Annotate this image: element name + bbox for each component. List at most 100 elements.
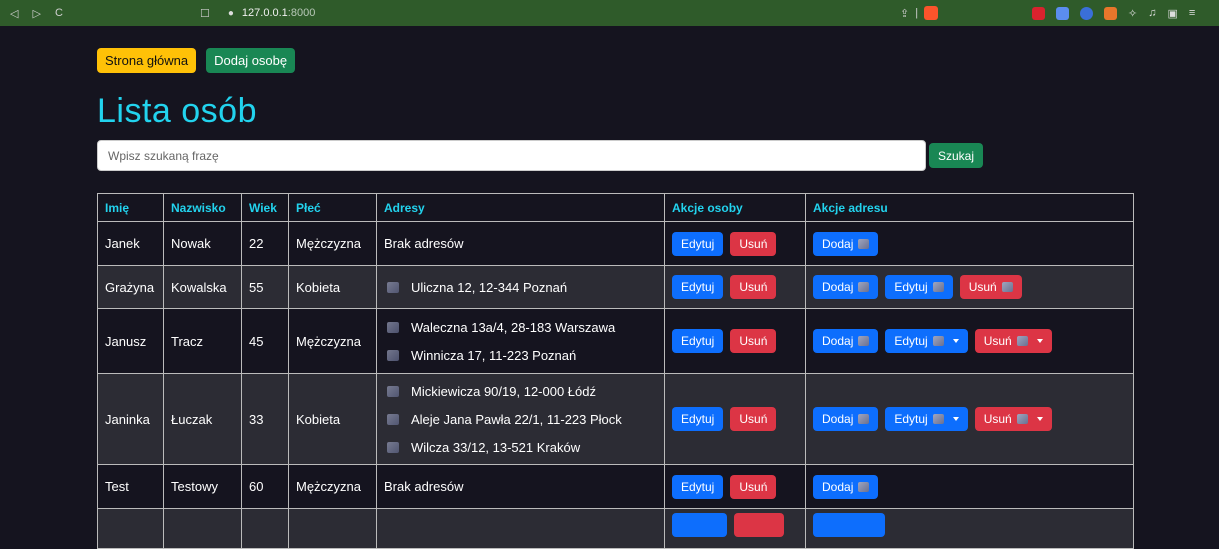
brave-shield-icon[interactable] bbox=[924, 6, 939, 20]
chevron-down-icon bbox=[952, 339, 959, 343]
ublock-extension-icon[interactable] bbox=[1032, 6, 1045, 20]
delete-address-button-label: Usuń bbox=[983, 334, 1012, 348]
house-icon bbox=[858, 481, 870, 492]
add-person-button[interactable]: Dodaj osobę bbox=[206, 48, 296, 73]
back-icon[interactable]: ◁ bbox=[10, 7, 18, 20]
add-address-button[interactable]: Dodaj bbox=[813, 275, 879, 299]
delete-address-button-label: Usuń bbox=[983, 412, 1012, 426]
edit-person-button[interactable]: Edytuj bbox=[672, 329, 724, 353]
delete-person-button[interactable]: Usuń bbox=[730, 275, 777, 299]
addresses-cell: Brak adresów bbox=[376, 221, 665, 266]
add-address-button[interactable]: Dodaj bbox=[813, 231, 879, 256]
edit-person-button[interactable] bbox=[672, 513, 727, 537]
first-name-cell: Grażyna bbox=[97, 265, 164, 309]
addresses-cell: Waleczna 13a/4, 28-183 Warszawa Winnicza … bbox=[376, 308, 665, 374]
address-item: Mickiewicza 90/19, 12-000 Łódź bbox=[387, 384, 657, 399]
address-text: Aleje Jana Pawła 22/1, 11-223 Płock bbox=[411, 411, 622, 427]
extension-icon[interactable] bbox=[1056, 6, 1069, 20]
delete-address-button[interactable]: Usuń bbox=[974, 407, 1052, 431]
edit-person-button[interactable]: Edytuj bbox=[672, 231, 724, 256]
add-address-button[interactable]: Dodaj bbox=[813, 329, 879, 353]
delete-person-button[interactable]: Usuń bbox=[730, 407, 777, 431]
delete-address-button[interactable]: Usuń bbox=[974, 329, 1052, 353]
extensions-puzzle-icon[interactable]: ✧ bbox=[1128, 7, 1137, 20]
browser-toolbar: ◁ ▷ C ☐ ● 127.0.0.1:8000 ⇪ | ✧ ♫ ▣ ≡ bbox=[0, 0, 1219, 26]
menu-icon[interactable]: ≡ bbox=[1189, 7, 1195, 19]
address-item: Wilcza 33/12, 13-521 Kraków bbox=[387, 440, 657, 455]
empty-cell bbox=[288, 508, 377, 549]
address-actions-cell: Dodaj Edytuj Usuń bbox=[805, 308, 1134, 374]
house-icon bbox=[858, 336, 870, 346]
col-gender-header: Płeć bbox=[288, 193, 377, 222]
no-address-text: Brak adresów bbox=[384, 236, 464, 251]
edit-person-button[interactable]: Edytuj bbox=[672, 275, 724, 299]
delete-address-button-label: Usuń bbox=[968, 280, 997, 294]
gender-cell: Kobieta bbox=[288, 265, 377, 309]
last-name-cell: Nowak bbox=[163, 221, 242, 266]
addresses-cell: Mickiewicza 90/19, 12-000 Łódź Aleje Jana… bbox=[376, 373, 665, 465]
edit-person-button[interactable]: Edytuj bbox=[672, 407, 724, 431]
search-input[interactable] bbox=[97, 140, 926, 171]
age-cell: 45 bbox=[241, 308, 289, 374]
home-button[interactable]: Strona główna bbox=[97, 48, 197, 73]
delete-person-button-label: Usuń bbox=[739, 334, 768, 348]
col-age-header: Wiek bbox=[241, 193, 289, 222]
chevron-down-icon bbox=[1036, 417, 1043, 421]
add-address-button[interactable]: Dodaj bbox=[813, 474, 879, 499]
reload-icon[interactable]: C bbox=[55, 7, 63, 20]
address-text: Wilcza 33/12, 13-521 Kraków bbox=[411, 439, 581, 455]
media-icon[interactable]: ♫ bbox=[1148, 7, 1156, 19]
delete-person-button-label: Usuń bbox=[739, 479, 768, 494]
empty-cell bbox=[376, 508, 665, 549]
edit-address-button[interactable]: Edytuj bbox=[885, 329, 968, 353]
search-button[interactable]: Szukaj bbox=[929, 143, 984, 168]
house-icon bbox=[387, 413, 399, 425]
address-item: Uliczna 12, 12-344 Poznań bbox=[387, 280, 657, 295]
delete-person-button[interactable]: Usuń bbox=[730, 329, 777, 353]
house-icon bbox=[932, 336, 944, 346]
info-icon[interactable]: ● bbox=[228, 8, 234, 19]
chevron-down-icon bbox=[1036, 339, 1043, 343]
delete-person-button[interactable]: Usuń bbox=[730, 231, 777, 256]
add-address-button-label: Dodaj bbox=[822, 479, 854, 494]
edit-person-button-label: Edytuj bbox=[681, 236, 715, 251]
age-cell: 33 bbox=[241, 373, 289, 465]
edit-address-button[interactable]: Edytuj bbox=[885, 275, 953, 299]
add-address-button[interactable] bbox=[813, 513, 885, 537]
address-actions-cell: Dodaj Edytuj Usuń bbox=[805, 265, 1134, 309]
person-actions-cell: Edytuj Usuń bbox=[664, 464, 806, 509]
delete-person-button[interactable]: Usuń bbox=[730, 474, 777, 499]
extension-icon[interactable] bbox=[1080, 6, 1093, 20]
delete-person-button-label: Usuń bbox=[739, 280, 768, 294]
house-icon bbox=[1001, 282, 1013, 292]
bookmark-icon[interactable]: ☐ bbox=[200, 7, 210, 20]
empty-cell bbox=[805, 508, 1134, 549]
address-bar[interactable]: 127.0.0.1:8000 bbox=[242, 7, 315, 19]
delete-person-button[interactable] bbox=[734, 513, 784, 537]
table-header-row: Imię Nazwisko Wiek Płeć Adresy Akcje osoby Akc… bbox=[97, 193, 1134, 222]
col-address-actions-header: Akcje adresu bbox=[805, 193, 1134, 222]
forward-icon[interactable]: ▷ bbox=[32, 7, 40, 20]
age-cell: 60 bbox=[241, 464, 289, 509]
empty-cell bbox=[664, 508, 806, 549]
share-icon[interactable]: ⇪ bbox=[900, 7, 909, 20]
edit-address-button-label: Edytuj bbox=[894, 280, 928, 294]
edit-address-button[interactable]: Edytuj bbox=[885, 407, 968, 431]
house-icon bbox=[387, 349, 399, 361]
col-person-actions-header: Akcje osoby bbox=[664, 193, 806, 222]
add-address-button-label: Dodaj bbox=[822, 236, 854, 251]
edit-person-button[interactable]: Edytuj bbox=[672, 474, 724, 499]
add-address-button[interactable]: Dodaj bbox=[813, 407, 879, 431]
last-name-cell: Łuczak bbox=[163, 373, 242, 465]
empty-cell bbox=[97, 508, 164, 549]
sidebar-icon[interactable]: ▣ bbox=[1167, 7, 1177, 20]
edit-person-button-label: Edytuj bbox=[681, 280, 715, 294]
house-icon bbox=[387, 281, 399, 293]
delete-address-button[interactable]: Usuń bbox=[959, 275, 1022, 299]
extension-icon[interactable] bbox=[1104, 6, 1117, 20]
last-name-cell: Tracz bbox=[163, 308, 242, 374]
table-row: Janinka Łuczak 33 Kobieta Mickiewicza 90/19,… bbox=[97, 373, 1134, 465]
table-row: Janusz Tracz 45 Mężczyzna Waleczna 13a/4, 28… bbox=[97, 308, 1134, 374]
edit-address-button-label: Edytuj bbox=[894, 334, 928, 348]
edit-person-button-label: Edytuj bbox=[681, 412, 715, 426]
